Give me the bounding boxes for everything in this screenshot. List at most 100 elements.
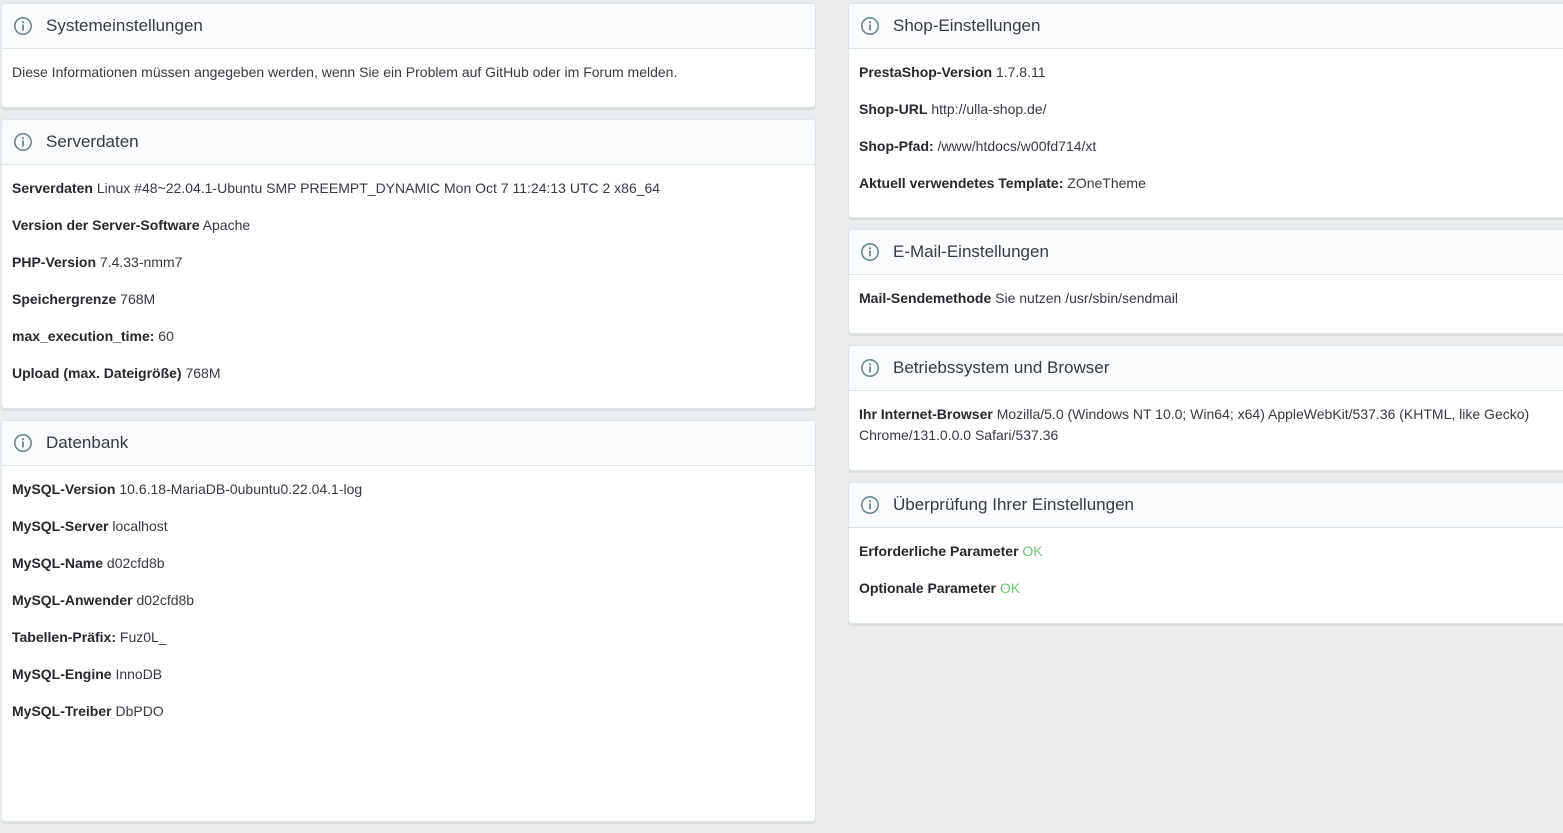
info-row: Shop-Pfad: /www/htdocs/w00fd714/xt [859,136,1554,157]
info-circle-icon [13,16,33,36]
info-label: Speichergrenze [12,291,117,307]
database-panel: Datenbank MySQL-Version 10.6.18-MariaDB-… [1,420,816,822]
panel-body: Diese Informationen müssen angegeben wer… [2,49,815,107]
panel-body: MySQL-Version 10.6.18-MariaDB-0ubuntu0.2… [2,466,815,732]
panel-heading: E-Mail-Einstellungen [849,230,1563,275]
info-label: Serverdaten [12,180,93,196]
shop-settings-panel: Shop-Einstellungen PrestaShop-Version 1.… [848,3,1563,218]
info-value: 60 [158,328,174,344]
info-row: MySQL-Name d02cfd8b [12,553,805,574]
panel-title: Datenbank [46,433,129,452]
info-row: PHP-Version 7.4.33-nmm7 [12,252,805,273]
panel-body: Serverdaten Linux #48~22.04.1-Ubuntu SMP… [2,165,815,408]
info-label: Shop-Pfad: [859,138,934,154]
info-row: MySQL-Server localhost [12,516,805,537]
panel-heading: Betriebssystem und Browser [849,346,1563,391]
info-value: Sie nutzen /usr/sbin/sendmail [995,290,1179,306]
panel-title: Systemeinstellungen [46,16,203,35]
info-value: 768M [120,291,156,307]
info-label: max_execution_time: [12,328,155,344]
panel-heading: Systemeinstellungen [2,4,815,49]
panel-heading: Überprüfung Ihrer Einstellungen [849,483,1563,528]
email-settings-panel: E-Mail-Einstellungen Mail-Sendemethode S… [848,229,1563,334]
info-label: MySQL-Anwender [12,592,133,608]
info-value: 7.4.33-nmm7 [99,254,183,270]
panel-body: PrestaShop-Version 1.7.8.11 Shop-URL htt… [849,49,1563,217]
info-circle-icon [860,358,880,378]
info-row: Serverdaten Linux #48~22.04.1-Ubuntu SMP… [12,178,805,199]
info-label: Ihr Internet-Browser [859,406,993,422]
info-row: max_execution_time: 60 [12,326,805,347]
info-label: Mail-Sendemethode [859,290,992,306]
info-value: 768M [185,365,221,381]
info-label: MySQL-Engine [12,666,112,682]
info-value: 10.6.18-MariaDB-0ubuntu0.22.04.1-log [119,481,363,497]
info-row: Upload (max. Dateigröße) 768M [12,363,805,384]
info-circle-icon [860,16,880,36]
system-settings-panel: Systemeinstellungen Diese Informationen … [1,3,816,108]
info-label: MySQL-Treiber [12,703,112,719]
info-value: Apache [202,217,251,233]
info-label: Upload (max. Dateigröße) [12,365,182,381]
info-row: Speichergrenze 768M [12,289,805,310]
panel-title: Shop-Einstellungen [893,16,1041,35]
right-column: Shop-Einstellungen PrestaShop-Version 1.… [848,3,1563,635]
info-label: Tabellen-Präfix: [12,629,116,645]
info-row: Erforderliche Parameter OK [859,541,1554,562]
info-value: localhost [112,518,168,534]
settings-check-panel: Überprüfung Ihrer Einstellungen Erforder… [848,482,1563,624]
info-label: Shop-URL [859,101,928,117]
info-circle-icon [13,433,33,453]
info-label: Aktuell verwendetes Template: [859,175,1064,191]
info-circle-icon [860,242,880,262]
server-data-panel: Serverdaten Serverdaten Linux #48~22.04.… [1,119,816,409]
info-row: Optionale Parameter OK [859,578,1554,599]
info-row: MySQL-Engine InnoDB [12,664,805,685]
info-row: MySQL-Version 10.6.18-MariaDB-0ubuntu0.2… [12,479,805,500]
panel-body: Erforderliche Parameter OK Optionale Par… [849,528,1563,623]
info-row: Tabellen-Präfix: Fuz0L_ [12,627,805,648]
info-label: Erforderliche Parameter [859,543,1019,559]
panel-title: Überprüfung Ihrer Einstellungen [893,495,1134,514]
status-ok: OK [1022,543,1043,559]
info-value: d02cfd8b [106,555,165,571]
panel-body: Mail-Sendemethode Sie nutzen /usr/sbin/s… [849,275,1563,333]
info-label: MySQL-Version [12,481,116,497]
info-value: DbPDO [115,703,164,719]
info-label: PHP-Version [12,254,97,270]
info-value: /www/htdocs/w00fd714/xt [937,138,1097,154]
panel-heading: Shop-Einstellungen [849,4,1563,49]
panel-title: Serverdaten [46,132,139,151]
info-row: PrestaShop-Version 1.7.8.11 [859,62,1554,83]
info-value: 1.7.8.11 [995,64,1046,80]
panel-title: Betriebssystem und Browser [893,358,1110,377]
info-row: Aktuell verwendetes Template: ZOneTheme [859,173,1554,194]
info-label: Optionale Parameter [859,580,996,596]
panel-body: Ihr Internet-Browser Mozilla/5.0 (Window… [849,391,1563,470]
info-row: Shop-URL http://ulla-shop.de/ [859,99,1554,120]
info-value: Linux #48~22.04.1-Ubuntu SMP PREEMPT_DYN… [96,180,661,196]
os-browser-panel: Betriebssystem und Browser Ihr Internet-… [848,345,1563,471]
info-row: Mail-Sendemethode Sie nutzen /usr/sbin/s… [859,288,1554,309]
info-value: Fuz0L_ [119,629,167,645]
info-label: PrestaShop-Version [859,64,993,80]
info-label: MySQL-Name [12,555,104,571]
info-row: MySQL-Treiber DbPDO [12,701,805,722]
system-info-text: Diese Informationen müssen angegeben wer… [12,64,678,80]
panel-heading: Serverdaten [2,120,815,165]
info-value: http://ulla-shop.de/ [931,101,1047,117]
info-circle-icon [860,495,880,515]
panel-title: E-Mail-Einstellungen [893,242,1049,261]
status-ok: OK [999,580,1021,596]
left-column: Systemeinstellungen Diese Informationen … [1,3,816,833]
info-circle-icon [13,132,33,152]
info-value: ZOneTheme [1067,175,1146,191]
info-value: InnoDB [115,666,163,682]
info-row: Ihr Internet-Browser Mozilla/5.0 (Window… [859,404,1554,446]
info-row: Version der Server-Software Apache [12,215,805,236]
info-row: MySQL-Anwender d02cfd8b [12,590,805,611]
info-label: MySQL-Server [12,518,109,534]
panel-heading: Datenbank [2,421,815,466]
info-label: Version der Server-Software [12,217,200,233]
info-value: d02cfd8b [136,592,195,608]
